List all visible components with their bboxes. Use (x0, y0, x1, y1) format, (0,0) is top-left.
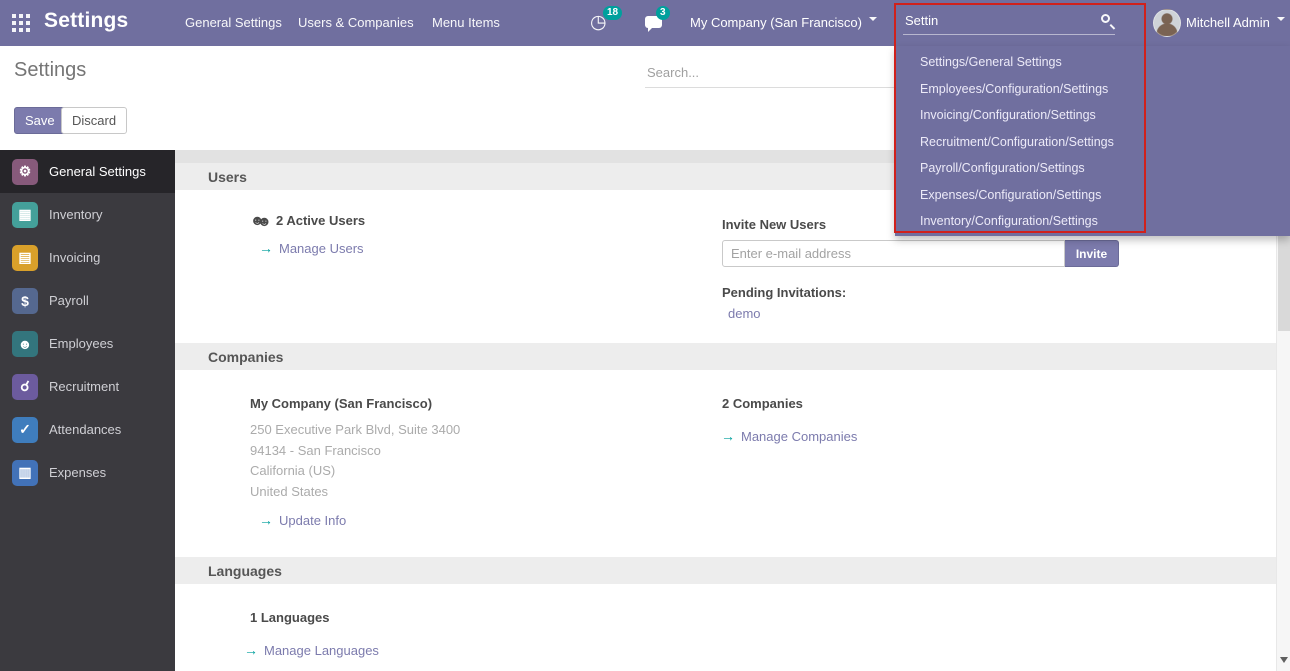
sidebar-item-label: Expenses (49, 465, 106, 480)
address-line: California (US) (250, 461, 460, 482)
search-suggestion[interactable]: Recruitment/Configuration/Settings (895, 129, 1290, 156)
inventory-icon: ▦ (12, 202, 38, 228)
user-name: Mitchell Admin (1186, 15, 1270, 30)
search-suggestion[interactable]: Settings/General Settings (895, 49, 1290, 76)
manage-users-link[interactable]: Manage Users (259, 240, 364, 256)
search-suggestion[interactable]: Invoicing/Configuration/Settings (895, 102, 1290, 129)
search-suggestion[interactable]: Expenses/Configuration/Settings (895, 182, 1290, 209)
recruitment-icon: ☌ (12, 374, 38, 400)
address-line: 94134 - San Francisco (250, 441, 460, 462)
attendances-icon: ✓ (12, 417, 38, 443)
sidebar-item-expenses[interactable]: ▥ Expenses (0, 451, 175, 494)
pending-user-link[interactable]: demo (728, 306, 761, 321)
active-users-row: ☻ 2 Active Users (250, 212, 365, 228)
activity-badge: 18 (603, 6, 622, 20)
nav-item-users-companies[interactable]: Users & Companies (298, 15, 414, 30)
pending-invitations-label: Pending Invitations: (722, 285, 846, 300)
arrow-right-icon (244, 642, 258, 658)
section-companies: My Company (San Francisco) 250 Executive… (175, 370, 1276, 557)
arrow-right-icon (259, 240, 273, 256)
sidebar-item-label: Payroll (49, 293, 89, 308)
apps-menu-icon[interactable] (12, 14, 30, 32)
settings-search-input[interactable] (645, 58, 895, 88)
top-navbar: Settings General Settings Users & Compan… (0, 0, 1290, 46)
scrollbar-thumb[interactable] (1278, 236, 1290, 331)
app-title: Settings (44, 9, 128, 33)
invoice-icon: ▤ (12, 245, 38, 271)
invite-button[interactable]: Invite (1065, 240, 1119, 267)
invite-email-input[interactable] (722, 240, 1065, 267)
sidebar-item-invoicing[interactable]: ▤ Invoicing (0, 236, 175, 279)
manage-companies-link[interactable]: Manage Companies (721, 428, 857, 444)
save-button[interactable]: Save (14, 107, 66, 134)
company-switcher[interactable]: My Company (San Francisco) (690, 15, 877, 30)
link-label: Update Info (279, 513, 346, 528)
menu-search-input[interactable] (903, 7, 1115, 35)
messages-badge: 3 (656, 6, 670, 20)
link-label: Manage Companies (741, 429, 857, 444)
languages-count: 1 Languages (250, 610, 329, 625)
address-line: United States (250, 482, 460, 503)
arrow-right-icon (259, 512, 273, 528)
users-icon: ☻ (250, 212, 276, 228)
sidebar-item-payroll[interactable]: $ Payroll (0, 279, 175, 322)
sidebar-item-label: Attendances (49, 422, 121, 437)
invite-group: Invite (722, 240, 1119, 267)
sidebar-item-label: General Settings (49, 164, 146, 179)
scrollbar-down-arrow-icon[interactable] (1280, 657, 1288, 667)
link-label: Manage Users (279, 241, 364, 256)
companies-count: 2 Companies (722, 396, 803, 411)
menu-search-dropdown: Settings/General Settings Employees/Conf… (895, 46, 1290, 236)
sidebar-item-label: Invoicing (49, 250, 100, 265)
payroll-icon: $ (12, 288, 38, 314)
link-label: Manage Languages (264, 643, 379, 658)
active-users-count: 2 Active Users (276, 213, 365, 228)
employees-icon: ☻ (12, 331, 38, 357)
update-info-link[interactable]: Update Info (259, 512, 346, 528)
sidebar-item-label: Recruitment (49, 379, 119, 394)
section-header-languages: Languages (175, 557, 1276, 584)
nav-item-menu-items[interactable]: Menu Items (432, 15, 500, 30)
company-name: My Company (San Francisco) (250, 396, 432, 411)
nav-item-general-settings[interactable]: General Settings (185, 15, 282, 30)
search-icon[interactable] (1101, 14, 1110, 23)
settings-sidebar: ⚙ General Settings ▦ Inventory ▤ Invoici… (0, 150, 175, 671)
arrow-right-icon (721, 428, 735, 444)
invite-new-users-label: Invite New Users (722, 217, 826, 232)
section-header-companies: Companies (175, 343, 1276, 370)
discard-button[interactable]: Discard (61, 107, 127, 134)
search-suggestion[interactable]: Employees/Configuration/Settings (895, 76, 1290, 103)
section-languages: 1 Languages Manage Languages (175, 584, 1276, 671)
search-suggestion[interactable]: Payroll/Configuration/Settings (895, 155, 1290, 182)
company-address: 250 Executive Park Blvd, Suite 3400 9413… (250, 420, 460, 502)
sidebar-item-label: Inventory (49, 207, 102, 222)
sidebar-item-recruitment[interactable]: ☌ Recruitment (0, 365, 175, 408)
avatar[interactable] (1153, 9, 1181, 37)
sidebar-item-general-settings[interactable]: ⚙ General Settings (0, 150, 175, 193)
menu-search (903, 7, 1115, 35)
expenses-icon: ▥ (12, 460, 38, 486)
caret-down-icon (1277, 17, 1285, 25)
gear-icon: ⚙ (12, 159, 38, 185)
address-line: 250 Executive Park Blvd, Suite 3400 (250, 420, 460, 441)
breadcrumb-title: Settings (14, 59, 86, 82)
sidebar-item-attendances[interactable]: ✓ Attendances (0, 408, 175, 451)
company-switcher-label: My Company (San Francisco) (690, 15, 862, 30)
user-menu[interactable]: Mitchell Admin (1186, 15, 1285, 30)
sidebar-item-inventory[interactable]: ▦ Inventory (0, 193, 175, 236)
search-suggestion[interactable]: Inventory/Configuration/Settings (895, 208, 1290, 235)
manage-languages-link[interactable]: Manage Languages (244, 642, 379, 658)
sidebar-item-employees[interactable]: ☻ Employees (0, 322, 175, 365)
caret-down-icon (869, 17, 877, 25)
settings-search (645, 58, 895, 88)
sidebar-item-label: Employees (49, 336, 113, 351)
